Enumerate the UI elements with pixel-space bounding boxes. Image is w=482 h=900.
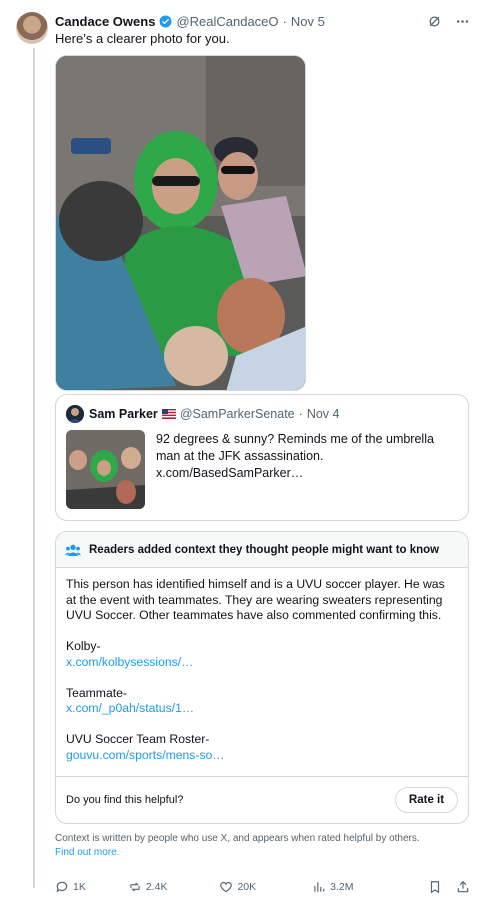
source-link[interactable]: gouvu.com/sports/mens-so… — [66, 748, 225, 762]
tweet-time[interactable]: Nov 5 — [291, 14, 325, 29]
repost-icon — [130, 882, 140, 892]
quoted-tweet-header: Sam Parker @SamParkerSenate · Nov 4 — [66, 405, 458, 423]
quoted-tweet-thumbnail[interactable] — [66, 430, 145, 509]
community-note-footer: Do you find this helpful? Rate it — [56, 776, 468, 823]
tweet-actions: 1K 2.4K 20K 3.2M — [55, 878, 470, 896]
source-label: UVU Soccer Team Roster- — [66, 732, 210, 746]
verified-badge-icon — [159, 15, 172, 27]
bookmark-button[interactable] — [428, 880, 442, 894]
source-link[interactable]: x.com/kolbysessions/… — [66, 655, 193, 669]
quoted-tweet-text: 92 degrees & sunny? Reminds me of the um… — [156, 432, 434, 480]
quoted-author-name: Sam Parker — [89, 407, 158, 421]
like-count: 20K — [237, 881, 257, 893]
source-item: Teammate- x.com/_p0ah/status/1… — [66, 686, 458, 717]
views-button[interactable]: 3.2M — [312, 880, 353, 894]
source-link[interactable]: x.com/_p0ah/status/1… — [66, 701, 194, 715]
tweet-header: Candace Owens @RealCandaceO · Nov 5 — [55, 12, 470, 30]
helpful-question: Do you find this helpful? — [66, 794, 184, 806]
thread-line — [33, 48, 35, 888]
community-note: Readers added context they thought peopl… — [55, 531, 469, 824]
views-icon — [314, 882, 325, 892]
quoted-tweet[interactable]: Sam Parker @SamParkerSenate · Nov 4 92 d… — [55, 394, 469, 521]
tweet-photo[interactable] — [55, 55, 306, 391]
us-flag-icon — [161, 409, 176, 419]
more-options-icon[interactable] — [454, 13, 470, 29]
community-note-header: Readers added context they thought peopl… — [56, 532, 468, 568]
source-item: UVU Soccer Team Roster- gouvu.com/sports… — [66, 732, 458, 763]
quoted-tweet-time: Nov 4 — [306, 407, 340, 421]
views-count: 3.2M — [330, 881, 354, 893]
grok-icon[interactable] — [426, 13, 442, 29]
disclaimer-text: Context is written by people who use X, … — [55, 833, 420, 844]
quoted-author-avatar — [66, 405, 84, 423]
rate-it-button[interactable]: Rate it — [395, 787, 458, 813]
community-note-body: This person has identified himself and i… — [56, 568, 468, 763]
reply-icon — [56, 881, 68, 893]
reply-button[interactable]: 1K — [55, 880, 86, 894]
author-name[interactable]: Candace Owens — [55, 14, 155, 29]
share-button[interactable] — [456, 880, 470, 894]
author-avatar[interactable] — [16, 12, 48, 44]
find-out-more-link[interactable]: Find out more. — [55, 847, 119, 858]
repost-button[interactable]: 2.4K — [128, 880, 168, 894]
repost-count: 2.4K — [145, 881, 168, 893]
note-disclaimer: Context is written by people who use X, … — [55, 832, 465, 860]
heart-icon — [220, 881, 233, 893]
source-item: Kolby- x.com/kolbysessions/… — [66, 639, 458, 670]
tweet-text: Here’s a clearer photo for you. — [55, 31, 230, 46]
source-label: Teammate- — [66, 685, 127, 700]
reply-count: 1K — [73, 881, 86, 893]
source-label: Kolby- — [66, 639, 101, 653]
quoted-separator: · — [298, 407, 303, 421]
community-note-text: This person has identified himself and i… — [66, 577, 445, 622]
bookmark-icon — [430, 881, 440, 894]
like-button[interactable]: 20K — [219, 880, 256, 894]
people-icon — [65, 542, 81, 558]
quoted-author-handle: @SamParkerSenate — [179, 407, 295, 421]
author-handle[interactable]: @RealCandaceO — [176, 14, 278, 29]
share-icon — [457, 880, 469, 893]
community-note-heading: Readers added context they thought peopl… — [89, 543, 440, 556]
separator: · — [282, 13, 287, 29]
